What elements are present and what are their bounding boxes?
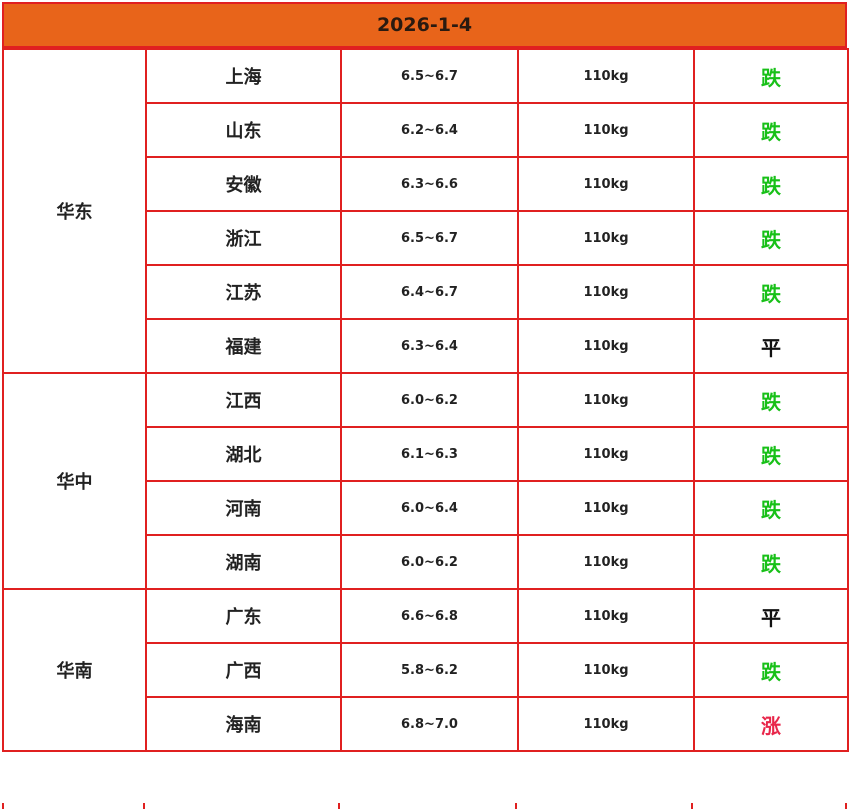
trend-cell: 跌 [693,156,849,212]
price-range-cell: 6.2~6.4 [340,102,519,158]
price-range-cell: 6.5~6.7 [340,210,519,266]
next-row-edge [2,803,847,809]
price-range-cell: 6.6~6.8 [340,588,519,644]
price-range-cell: 6.1~6.3 [340,426,519,482]
trend-cell: 跌 [693,264,849,320]
price-range-cell: 6.0~6.2 [340,534,519,590]
trend-cell: 跌 [693,480,849,536]
table-row: 华中 江西 6.0~6.2 110kg 跌 [2,372,849,590]
weight-cell: 110kg [517,102,695,158]
trend-cell: 跌 [693,48,849,104]
trend-cell: 涨 [693,696,849,752]
weight-cell: 110kg [517,372,695,428]
province-cell: 广西 [145,642,342,698]
province-cell: 浙江 [145,210,342,266]
price-range-cell: 6.8~7.0 [340,696,519,752]
price-table: 华东 上海 6.5~6.7 110kg 跌山东 6.2~6.4 110kg 跌安徽 6.3~6.… [2,48,849,752]
province-cell: 海南 [145,696,342,752]
weight-cell: 110kg [517,696,695,752]
region-cell: 华中 [2,372,147,590]
trend-cell: 跌 [693,642,849,698]
province-cell: 江西 [145,372,342,428]
weight-cell: 110kg [517,642,695,698]
price-range-cell: 6.3~6.4 [340,318,519,374]
trend-cell: 平 [693,318,849,374]
price-range-cell: 5.8~6.2 [340,642,519,698]
price-range-cell: 6.0~6.4 [340,480,519,536]
province-cell: 河南 [145,480,342,536]
weight-cell: 110kg [517,480,695,536]
weight-cell: 110kg [517,318,695,374]
price-range-cell: 6.3~6.6 [340,156,519,212]
price-table-body: 华东 上海 6.5~6.7 110kg 跌山东 6.2~6.4 110kg 跌安徽 6.3~6.… [2,48,849,752]
province-cell: 湖南 [145,534,342,590]
trend-cell: 跌 [693,210,849,266]
weight-cell: 110kg [517,264,695,320]
weight-cell: 110kg [517,156,695,212]
trend-cell: 跌 [693,102,849,158]
weight-cell: 110kg [517,48,695,104]
trend-cell: 跌 [693,534,849,590]
province-cell: 安徽 [145,156,342,212]
province-cell: 广东 [145,588,342,644]
province-cell: 湖北 [145,426,342,482]
province-cell: 山东 [145,102,342,158]
weight-cell: 110kg [517,210,695,266]
region-cell: 华南 [2,588,147,752]
trend-cell: 跌 [693,372,849,428]
trend-cell: 平 [693,588,849,644]
table-header-date: 2026-1-4 [2,2,847,48]
price-range-cell: 6.4~6.7 [340,264,519,320]
province-cell: 江苏 [145,264,342,320]
province-cell: 上海 [145,48,342,104]
weight-cell: 110kg [517,534,695,590]
price-range-cell: 6.5~6.7 [340,48,519,104]
table-row: 华东 上海 6.5~6.7 110kg 跌 [2,48,849,374]
trend-cell: 跌 [693,426,849,482]
price-table-page: 2026-1-4 华东 上海 6.5~6.7 110kg 跌山东 6.2~6.4 110kg… [0,0,851,809]
region-cell: 华东 [2,48,147,374]
price-range-cell: 6.0~6.2 [340,372,519,428]
weight-cell: 110kg [517,426,695,482]
table-row: 华南 广东 6.6~6.8 110kg 平 [2,588,849,752]
weight-cell: 110kg [517,588,695,644]
province-cell: 福建 [145,318,342,374]
